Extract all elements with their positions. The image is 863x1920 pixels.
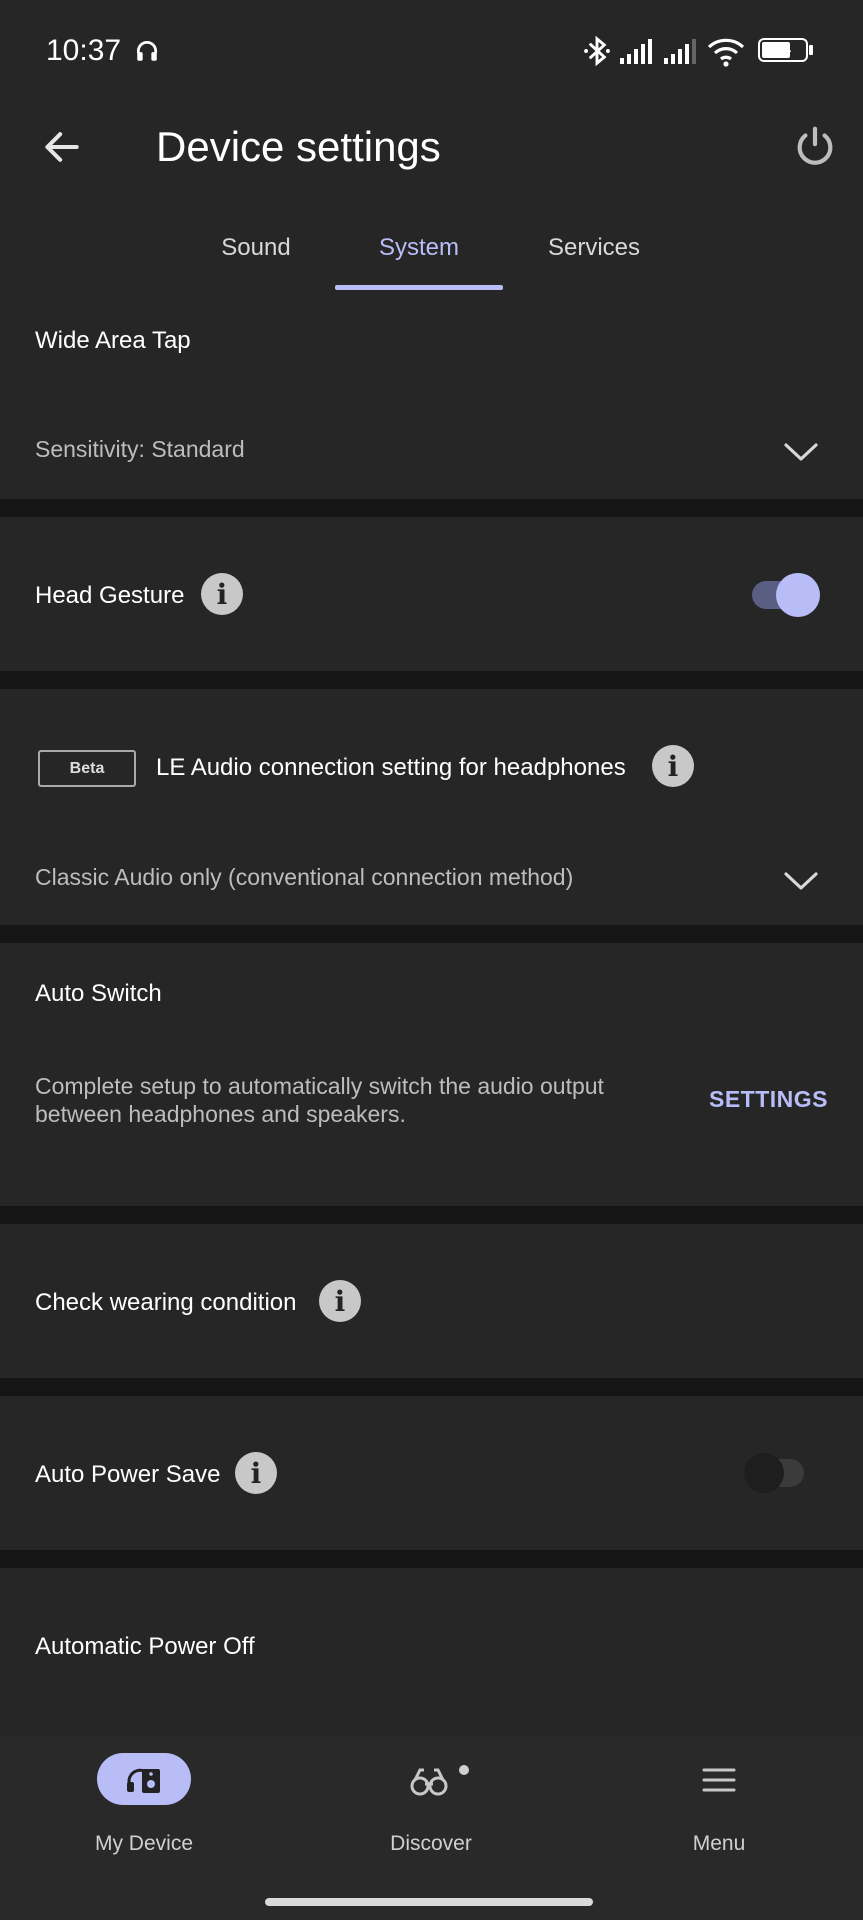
auto-switch-card: Auto Switch Complete setup to automatica…	[0, 943, 863, 1206]
le-audio-dropdown[interactable]: Classic Audio only (conventional connect…	[0, 859, 863, 919]
auto-switch-description-1: Complete setup to automatically switch t…	[35, 1073, 604, 1099]
le-audio-title: LE Audio connection setting for headphon…	[156, 754, 626, 781]
le-audio-card: Beta LE Audio connection setting for hea…	[0, 689, 863, 925]
auto-switch-title: Auto Switch	[35, 980, 162, 1007]
auto-power-save-toggle[interactable]	[744, 1447, 814, 1499]
auto-power-save-card: Auto Power Save i	[0, 1396, 863, 1550]
wide-area-tap-title: Wide Area Tap	[35, 327, 191, 354]
head-gesture-title: Head Gesture	[35, 582, 185, 609]
wifi-icon	[707, 38, 745, 67]
tab-services[interactable]: Services	[530, 202, 658, 290]
page-title: Device settings	[156, 123, 441, 170]
app-bar: Device settings	[0, 105, 863, 202]
info-icon[interactable]: i	[235, 1452, 277, 1494]
tab-bar: Sound System Services	[0, 202, 863, 290]
chevron-down-icon	[784, 872, 818, 890]
check-wearing-card[interactable]: Check wearing condition i	[0, 1224, 863, 1378]
head-gesture-card: Head Gesture i	[0, 517, 863, 671]
info-icon[interactable]: i	[319, 1280, 361, 1322]
wide-area-tap-card: Wide Area Tap Sensitivity: Standard	[0, 290, 863, 499]
status-time: 10:37	[46, 34, 122, 67]
headphones-status-icon	[136, 40, 158, 61]
menu-icon	[702, 1768, 736, 1792]
auto-switch-description-2: between headphones and speakers.	[35, 1101, 406, 1127]
battery-icon: 64	[758, 38, 808, 62]
notification-dot	[459, 1765, 469, 1775]
info-icon[interactable]: i	[201, 573, 243, 615]
chevron-down-icon	[784, 443, 818, 461]
nav-menu[interactable]: Menu	[619, 1736, 819, 1876]
nav-label: My Device	[94, 1832, 194, 1855]
settings-button[interactable]: SETTINGS	[709, 1086, 828, 1113]
binoculars-icon	[410, 1768, 448, 1796]
toggle-knob	[744, 1453, 784, 1493]
nav-label: Menu	[692, 1832, 746, 1855]
headphones-speaker-icon	[127, 1768, 160, 1793]
power-icon[interactable]	[792, 123, 838, 169]
auto-power-off-card[interactable]: Automatic Power Off	[0, 1568, 863, 1736]
auto-power-off-title: Automatic Power Off	[35, 1633, 255, 1660]
toggle-knob	[776, 573, 820, 617]
back-arrow-icon[interactable]	[40, 125, 84, 169]
nav-label: Discover	[390, 1832, 472, 1855]
le-audio-value: Classic Audio only (conventional connect…	[35, 864, 574, 890]
tab-sound[interactable]: Sound	[196, 202, 316, 290]
signal-icon-2	[664, 39, 696, 64]
sensitivity-dropdown[interactable]: Sensitivity: Standard	[0, 430, 863, 490]
check-wearing-title: Check wearing condition	[35, 1289, 297, 1316]
battery-level: 64	[774, 41, 791, 58]
nav-my-device[interactable]: My Device	[44, 1736, 244, 1876]
nav-discover[interactable]: Discover	[331, 1736, 531, 1876]
status-bar: 10:37 64	[0, 0, 863, 105]
bottom-navigation: My Device Discover Menu	[0, 1736, 863, 1920]
auto-power-save-title: Auto Power Save	[35, 1461, 221, 1488]
info-icon[interactable]: i	[652, 745, 694, 787]
signal-icon-1	[620, 39, 652, 64]
battery-tip	[809, 45, 813, 55]
home-indicator[interactable]	[265, 1898, 593, 1906]
tab-system[interactable]: System	[355, 202, 483, 290]
bluetooth-icon	[584, 35, 610, 67]
beta-badge: Beta	[38, 750, 136, 787]
sensitivity-value: Sensitivity: Standard	[35, 436, 245, 462]
head-gesture-toggle[interactable]	[752, 569, 822, 621]
